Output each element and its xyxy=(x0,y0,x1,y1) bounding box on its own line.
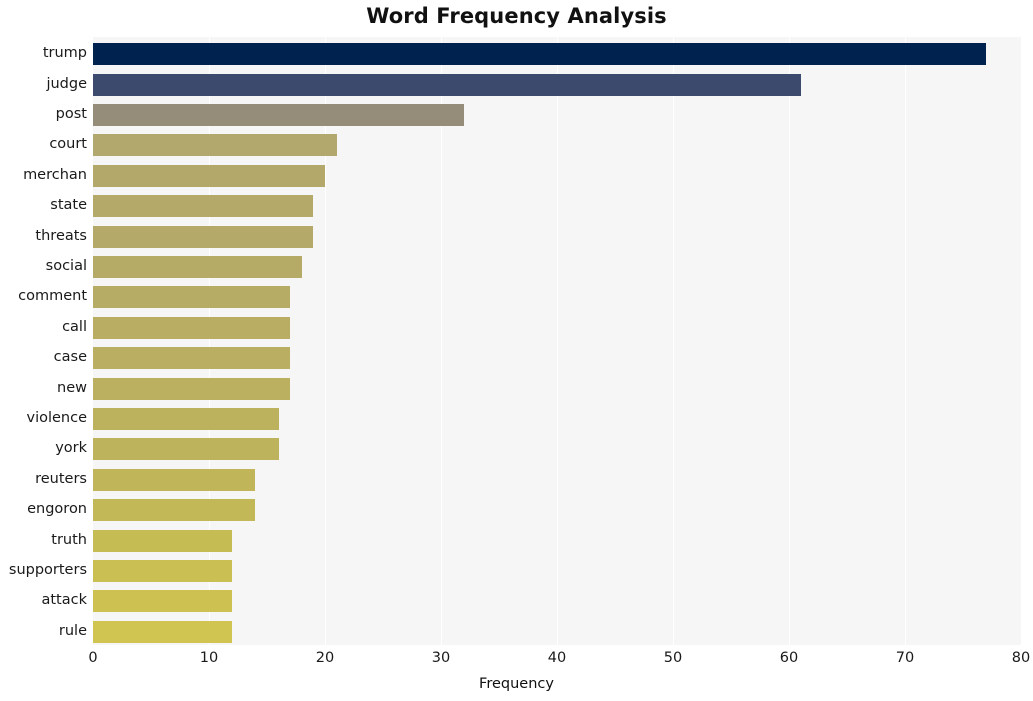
y-tick-label-merchan: merchan xyxy=(23,166,87,183)
bar-post xyxy=(93,104,465,126)
bar-social xyxy=(93,256,302,278)
x-tick-label-60: 60 xyxy=(779,650,799,666)
y-tick-label-state: state xyxy=(50,197,87,214)
x-axis-tick-labels: 0 10 20 30 40 50 60 70 80 xyxy=(0,650,1033,672)
y-tick-label-supporters: supporters xyxy=(8,562,87,578)
x-tick-label-0: 0 xyxy=(88,650,98,666)
y-tick-label-truth: truth xyxy=(51,531,87,548)
bar-state xyxy=(93,195,314,218)
bar-violence xyxy=(93,408,279,430)
bar-new xyxy=(93,377,291,400)
x-tick-label-10: 10 xyxy=(199,650,219,666)
gridline xyxy=(325,37,326,645)
y-tick-label-threats: threats xyxy=(35,227,87,244)
bar-comment xyxy=(93,286,291,309)
y-tick-label-attack: attack xyxy=(41,592,87,609)
x-tick-label-30: 30 xyxy=(431,650,451,666)
x-tick-label-70: 70 xyxy=(895,650,915,666)
gridline xyxy=(673,37,674,645)
y-tick-label-judge: judge xyxy=(46,75,87,92)
x-tick-label-80: 80 xyxy=(1011,650,1031,666)
bar-case xyxy=(93,347,291,370)
bar-rule xyxy=(93,620,233,643)
bar-supporters xyxy=(93,560,233,582)
y-tick-label-comment: comment xyxy=(18,288,87,305)
y-tick-label-trump: trump xyxy=(42,45,87,62)
y-tick-label-rule: rule xyxy=(58,622,87,639)
y-tick-label-york: york xyxy=(55,440,87,457)
y-tick-label-court: court xyxy=(49,136,87,153)
gridline xyxy=(209,37,210,645)
bar-engoron xyxy=(93,499,256,522)
y-tick-label-case: case xyxy=(53,349,87,366)
plot-area xyxy=(93,37,1021,645)
y-tick-label-new: new xyxy=(57,379,87,396)
bar-reuters xyxy=(93,468,256,491)
bar-call xyxy=(93,316,291,339)
word-frequency-bar-chart: Word Frequency Analysis trump judge post co… xyxy=(0,0,1033,701)
y-tick-label-call: call xyxy=(62,318,87,335)
bar-attack xyxy=(93,590,233,613)
bar-trump xyxy=(93,43,987,66)
y-tick-label-engoron: engoron xyxy=(27,501,87,518)
bar-threats xyxy=(93,225,314,248)
bar-truth xyxy=(93,529,233,552)
chart-title: Word Frequency Analysis xyxy=(366,4,667,28)
gridline xyxy=(441,37,442,645)
gridline xyxy=(557,37,558,645)
bar-judge xyxy=(93,73,801,96)
bar-court xyxy=(93,134,337,157)
y-axis-tick-labels: trump judge post court merchan state threats so… xyxy=(0,37,87,645)
x-tick-label-20: 20 xyxy=(315,650,335,666)
y-tick-label-reuters: reuters xyxy=(35,470,87,487)
x-tick-label-40: 40 xyxy=(547,650,567,666)
y-tick-label-violence: violence xyxy=(26,410,87,426)
y-tick-label-post: post xyxy=(55,106,87,122)
x-axis-title: Frequency xyxy=(479,676,554,692)
gridline xyxy=(789,37,790,645)
gridline xyxy=(905,37,906,645)
x-tick-label-50: 50 xyxy=(663,650,683,666)
bar-merchan xyxy=(93,164,325,187)
bar-york xyxy=(93,438,279,461)
y-tick-label-social: social xyxy=(45,258,87,274)
